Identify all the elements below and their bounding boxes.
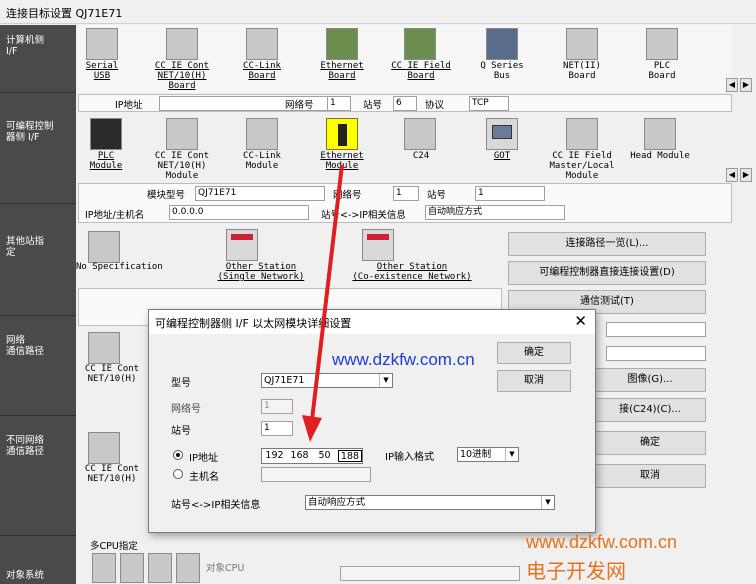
watermark-bottom-url: www.dzkfw.com.cn: [526, 532, 678, 552]
watermark-top: www.dzkfw.com.cn: [332, 350, 475, 369]
watermark-bottom-name: 电子开发网: [526, 561, 626, 583]
annotation-arrow: [302, 164, 344, 442]
